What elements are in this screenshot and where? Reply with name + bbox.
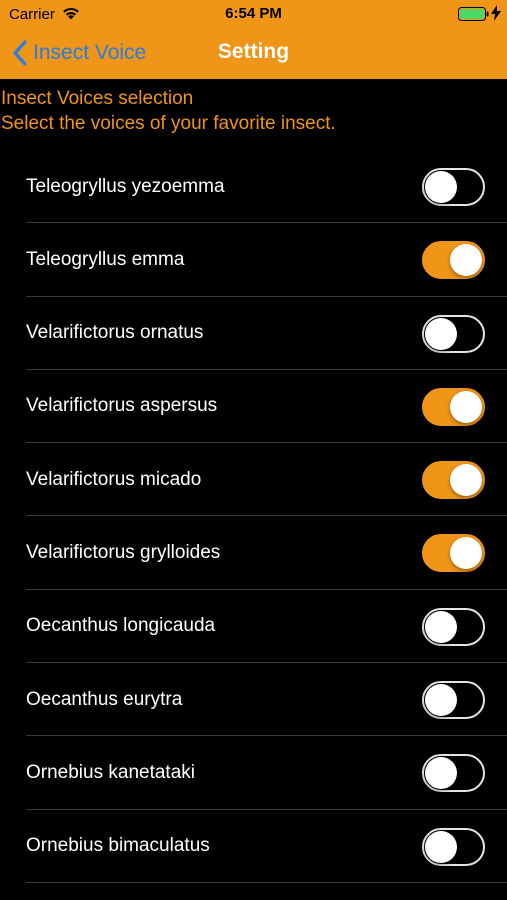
insect-name-label: Oecanthus eurytra — [26, 688, 183, 710]
list-item: Oecanthus eurytra — [0, 663, 507, 737]
list-item: Ornebius kanetataki — [0, 736, 507, 810]
toggle-knob — [425, 830, 457, 863]
insect-name-label: Velarifictorus ornatus — [26, 322, 204, 344]
bolt-icon — [491, 5, 501, 21]
battery-icon — [458, 7, 489, 21]
toggle-knob — [450, 390, 482, 423]
voice-toggle[interactable] — [422, 827, 485, 866]
section-subtitle: Select the voices of your favorite insec… — [1, 113, 336, 134]
voice-toggle[interactable] — [422, 461, 485, 500]
voice-toggle[interactable] — [422, 681, 485, 720]
list-item: Teleogryllus yezoemma — [0, 150, 507, 224]
toggle-knob — [450, 537, 482, 570]
page-title: Setting — [217, 40, 290, 63]
header-bar: Carrier 6:54 PM Insect Voice Setting — [0, 0, 507, 79]
voice-toggle[interactable] — [422, 534, 485, 573]
navigation-bar: Insect Voice Setting — [0, 28, 507, 79]
insect-name-label: Teleogryllus yezoemma — [26, 175, 225, 197]
section-title: Insect Voices selection — [1, 88, 194, 109]
list-item: Velarifictorus grylloides — [0, 516, 507, 590]
toggle-knob — [425, 610, 457, 643]
toggle-knob — [450, 244, 482, 277]
toggle-knob — [450, 464, 482, 497]
voice-toggle[interactable] — [422, 607, 485, 646]
insect-name-label: Ornebius kanetataki — [26, 761, 195, 783]
insect-name-label: Teleogryllus emma — [26, 248, 185, 270]
toggle-knob — [425, 684, 457, 717]
insect-name-label: Velarifictorus grylloides — [26, 541, 221, 563]
voice-toggle[interactable] — [422, 387, 485, 426]
voice-toggle[interactable] — [422, 241, 485, 280]
voice-toggle[interactable] — [422, 754, 485, 793]
list-item: Ornebius bimaculatus — [0, 810, 507, 883]
insect-name-label: Velarifictorus micado — [26, 468, 202, 490]
row-divider — [26, 881, 507, 883]
voice-toggle[interactable] — [422, 314, 485, 353]
toggle-knob — [425, 171, 457, 203]
list-item: Velarifictorus aspersus — [0, 370, 507, 444]
insect-name-label: Ornebius bimaculatus — [26, 835, 210, 857]
voice-toggle[interactable] — [422, 168, 485, 206]
list-item: Oecanthus longicauda — [0, 590, 507, 664]
insect-name-label: Oecanthus longicauda — [26, 615, 216, 637]
list-item: Velarifictorus ornatus — [0, 297, 507, 370]
insect-voice-list: Teleogryllus yezoemma Teleogryllus emma Ve… — [0, 150, 507, 883]
clock: 6:54 PM — [225, 5, 282, 22]
toggle-knob — [425, 757, 457, 790]
section-header: Insect Voices selection Select the voice… — [1, 86, 506, 136]
toggle-knob — [425, 317, 457, 350]
status-bar: Carrier 6:54 PM — [0, 0, 507, 28]
list-item: Velarifictorus micado — [0, 443, 507, 517]
insect-name-label: Velarifictorus aspersus — [26, 395, 218, 417]
list-item: Teleogryllus emma — [0, 223, 507, 297]
